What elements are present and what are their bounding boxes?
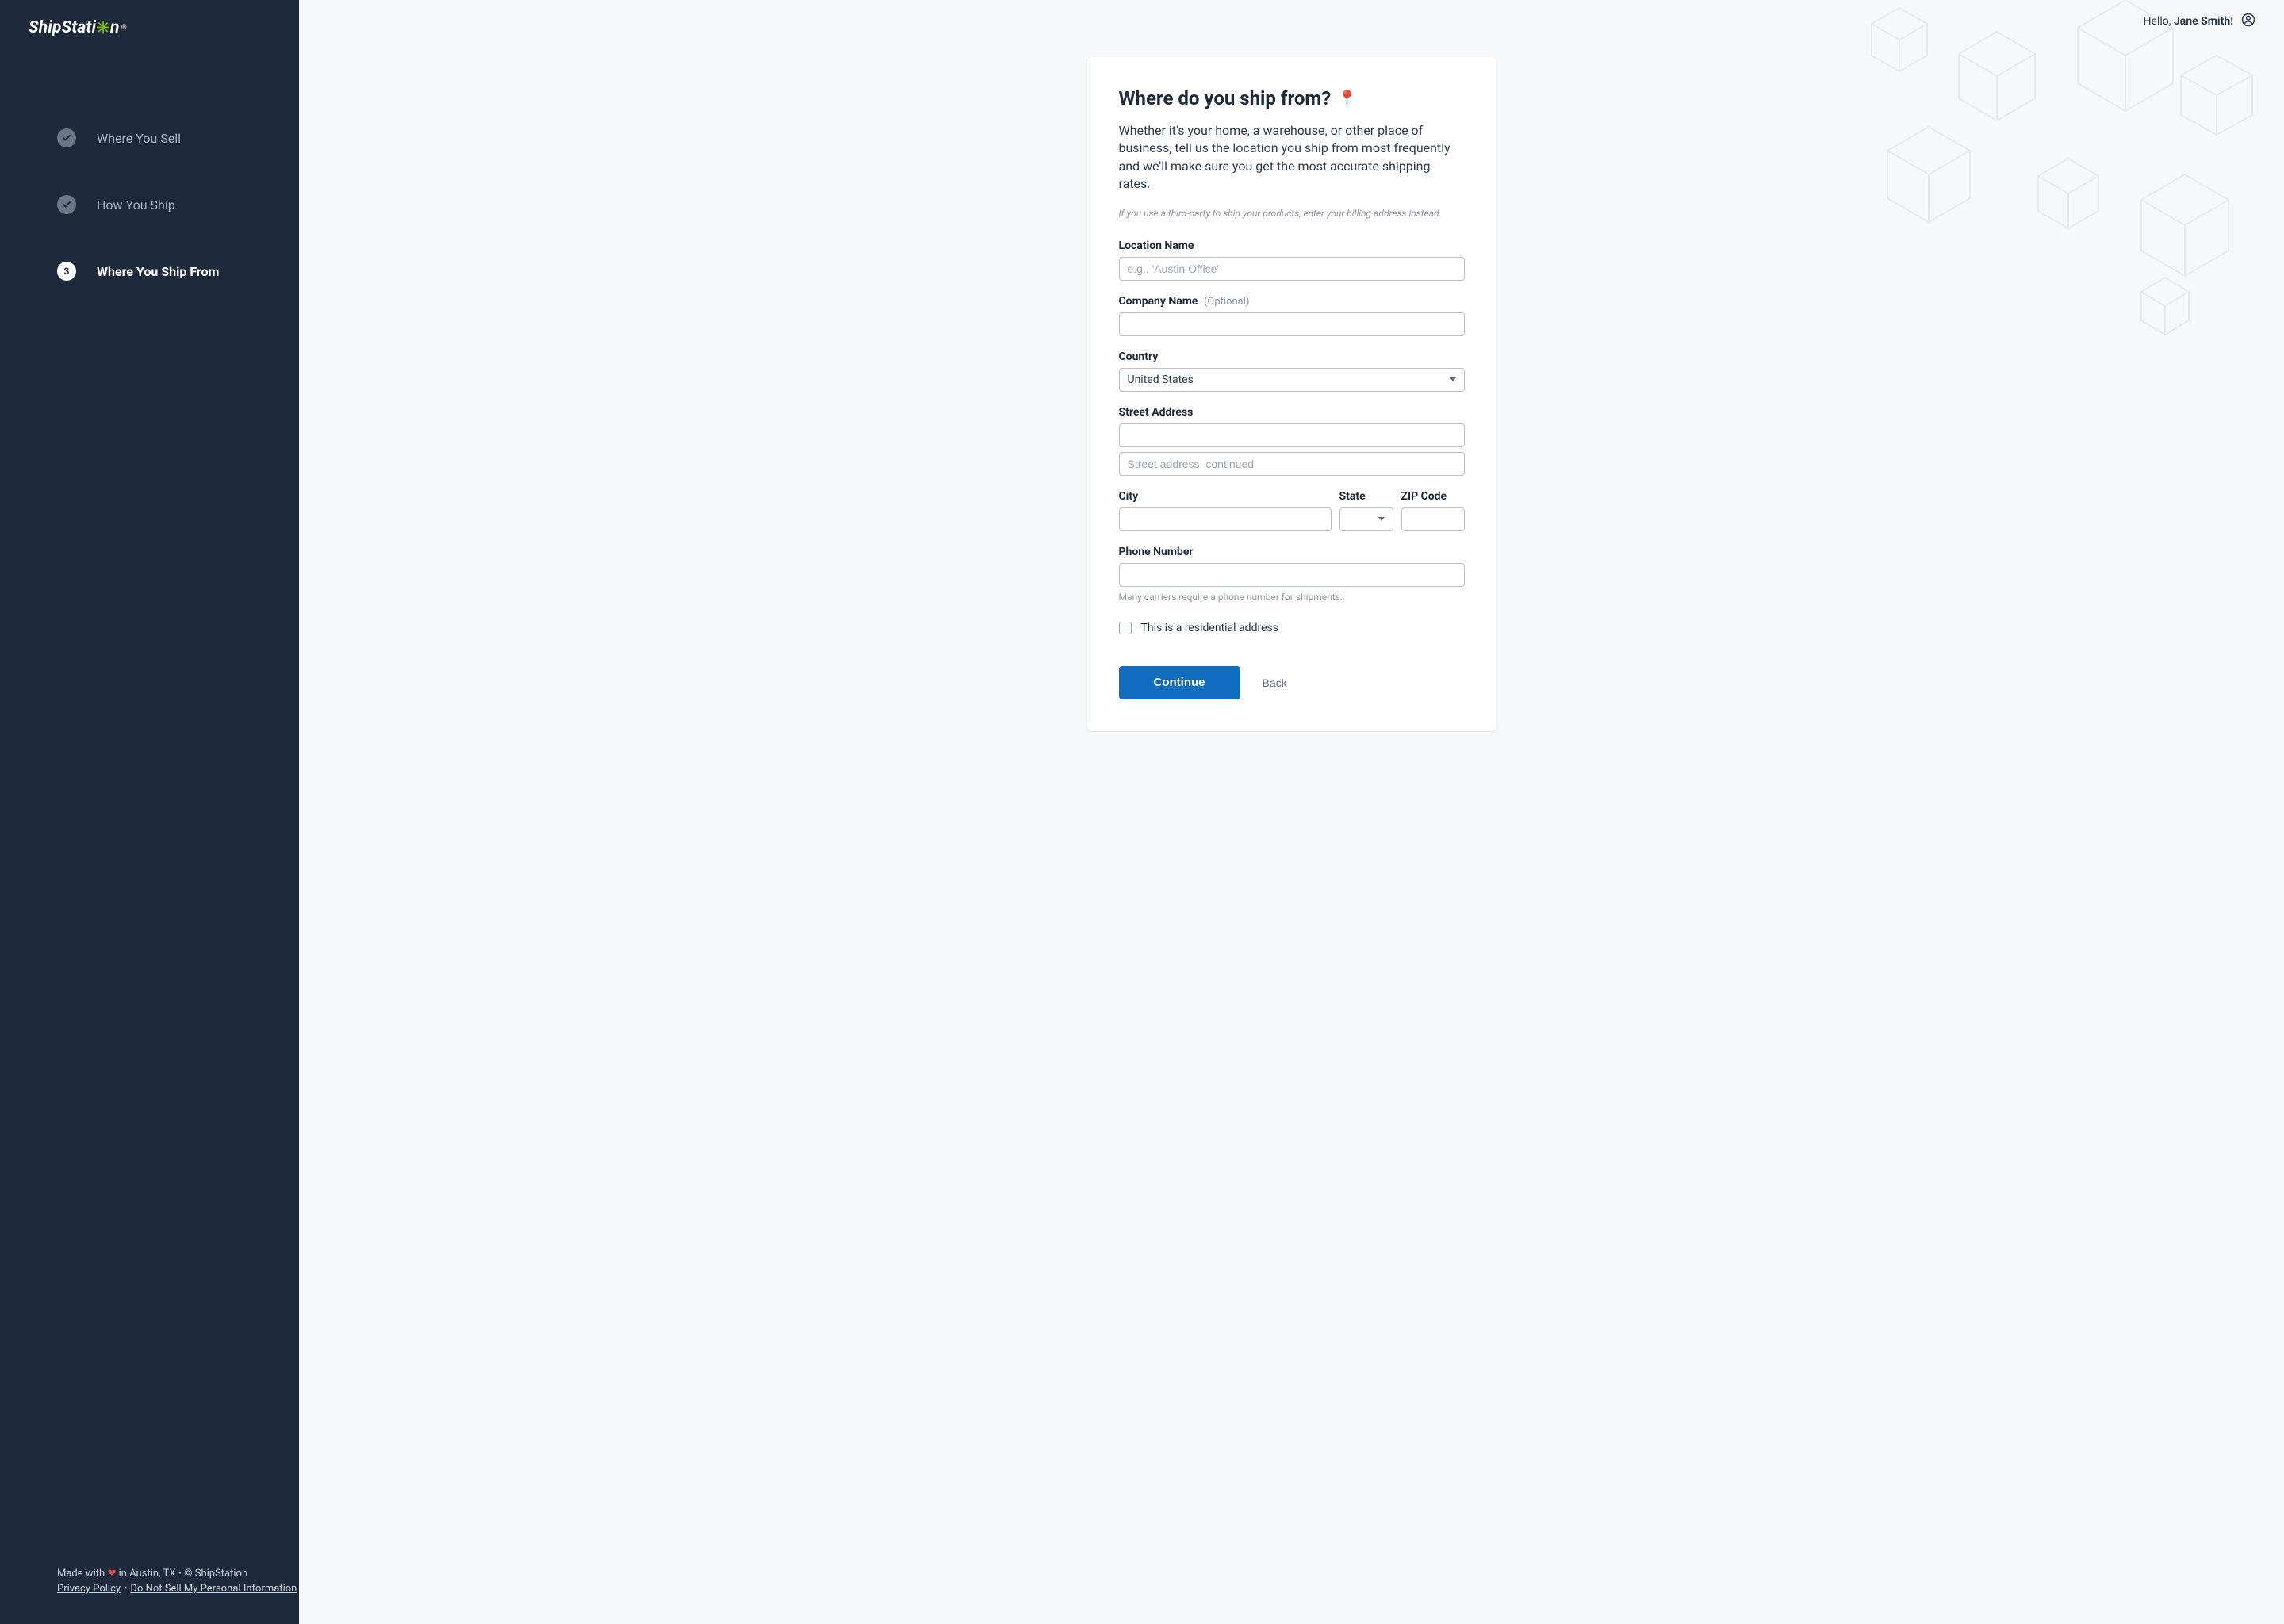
- country-select[interactable]: United States: [1119, 368, 1465, 392]
- field-street: Street Address: [1119, 406, 1465, 476]
- user-avatar-icon[interactable]: [2241, 13, 2255, 30]
- greeting: Hello, Jane Smith!: [2144, 15, 2233, 28]
- label-location-name: Location Name: [1119, 239, 1465, 252]
- phone-input[interactable]: [1119, 563, 1465, 587]
- card-lead: Whether it's your home, a warehouse, or …: [1119, 122, 1465, 193]
- label-state: State: [1339, 490, 1393, 503]
- onboarding-steps: Where You Sell How You Ship 3 Where You …: [0, 128, 299, 281]
- card-note: If you use a third-party to ship your pr…: [1119, 208, 1465, 219]
- check-icon: [57, 128, 76, 147]
- brand-name-right: n: [110, 18, 120, 37]
- separator-dot: •: [121, 1583, 130, 1595]
- privacy-policy-link[interactable]: Privacy Policy: [57, 1583, 121, 1595]
- field-country: Country United States: [1119, 350, 1465, 392]
- label-company-name-text: Company Name: [1119, 295, 1198, 308]
- label-street: Street Address: [1119, 406, 1465, 419]
- brand-name-left: ShipStati: [29, 18, 96, 37]
- topbar: Hello, Jane Smith!: [299, 0, 2284, 43]
- field-city: City: [1119, 490, 1332, 531]
- label-city: City: [1119, 490, 1332, 503]
- residential-checkbox[interactable]: [1119, 622, 1132, 634]
- phone-help: Many carriers require a phone number for…: [1119, 592, 1465, 603]
- field-residential: This is a residential address: [1119, 622, 1465, 634]
- main-content: Hello, Jane Smith! Where do you ship fro…: [299, 0, 2284, 1624]
- step-number-badge: 3: [57, 262, 76, 281]
- app-root: ShipStati✳n® Where You Sell How You Ship…: [0, 0, 2284, 1624]
- step-label: Where You Sell: [97, 131, 181, 146]
- brand-reg: ®: [121, 24, 127, 32]
- step-where-you-ship-from[interactable]: 3 Where You Ship From: [57, 262, 299, 281]
- sidebar: ShipStati✳n® Where You Sell How You Ship…: [0, 0, 299, 1624]
- street-address-2-input[interactable]: [1119, 452, 1465, 476]
- location-name-input[interactable]: [1119, 257, 1465, 281]
- field-phone: Phone Number Many carriers require a pho…: [1119, 546, 1465, 603]
- gear-icon: ✳: [96, 18, 110, 38]
- field-location-name: Location Name: [1119, 239, 1465, 281]
- step-label: Where You Ship From: [97, 264, 219, 279]
- sidebar-footer: Made with ❤ in Austin, TX • © ShipStatio…: [0, 1567, 299, 1597]
- company-name-input[interactable]: [1119, 312, 1465, 336]
- greeting-username: Jane Smith!: [2174, 15, 2233, 28]
- zip-input[interactable]: [1401, 508, 1465, 531]
- street-address-1-input[interactable]: [1119, 423, 1465, 447]
- field-zip: ZIP Code: [1401, 490, 1465, 531]
- pin-icon: 📍: [1337, 89, 1357, 108]
- ship-from-form: Location Name Company Name (Optional) Co…: [1119, 239, 1465, 699]
- background-boxes-illustration: [1840, 0, 2284, 349]
- label-country: Country: [1119, 350, 1465, 363]
- step-where-you-sell[interactable]: Where You Sell: [57, 128, 299, 147]
- continue-button[interactable]: Continue: [1119, 666, 1240, 699]
- check-icon: [57, 195, 76, 214]
- chevron-down-icon: [1450, 377, 1456, 381]
- label-zip: ZIP Code: [1401, 490, 1465, 503]
- field-company-name: Company Name (Optional): [1119, 295, 1465, 336]
- +: [1378, 517, 1385, 521]
- row-city-state-zip: City State ZIP Code: [1119, 490, 1465, 531]
- made-with-line: Made with ❤ in Austin, TX • © ShipStatio…: [57, 1567, 299, 1582]
- card-title: Where do you ship from? 📍: [1119, 87, 1465, 109]
- state-select[interactable]: [1339, 508, 1393, 531]
- residential-label: This is a residential address: [1141, 622, 1278, 634]
- back-button[interactable]: Back: [1263, 676, 1287, 689]
- step-how-you-ship[interactable]: How You Ship: [57, 195, 299, 214]
- greeting-prefix: Hello,: [2144, 15, 2174, 28]
- country-select-value: United States: [1128, 373, 1194, 386]
- ship-from-card: Where do you ship from? 📍 Whether it's y…: [1087, 57, 1496, 731]
- made-prefix: Made with: [57, 1568, 107, 1580]
- label-optional: (Optional): [1204, 296, 1249, 308]
- label-phone: Phone Number: [1119, 546, 1465, 558]
- heart-icon: ❤: [107, 1568, 116, 1580]
- label-company-name: Company Name (Optional): [1119, 295, 1465, 308]
- made-suffix: in Austin, TX • © ShipStation: [116, 1568, 247, 1580]
- form-actions: Continue Back: [1119, 666, 1465, 699]
- step-label: How You Ship: [97, 197, 175, 213]
- footer-links: Privacy Policy•Do Not Sell My Personal I…: [57, 1582, 299, 1597]
- card-title-text: Where do you ship from?: [1119, 87, 1332, 109]
- brand-logo: ShipStati✳n®: [29, 17, 299, 37]
- field-state: State: [1339, 490, 1393, 531]
- do-not-sell-link[interactable]: Do Not Sell My Personal Information: [130, 1583, 297, 1595]
- city-input[interactable]: [1119, 508, 1332, 531]
